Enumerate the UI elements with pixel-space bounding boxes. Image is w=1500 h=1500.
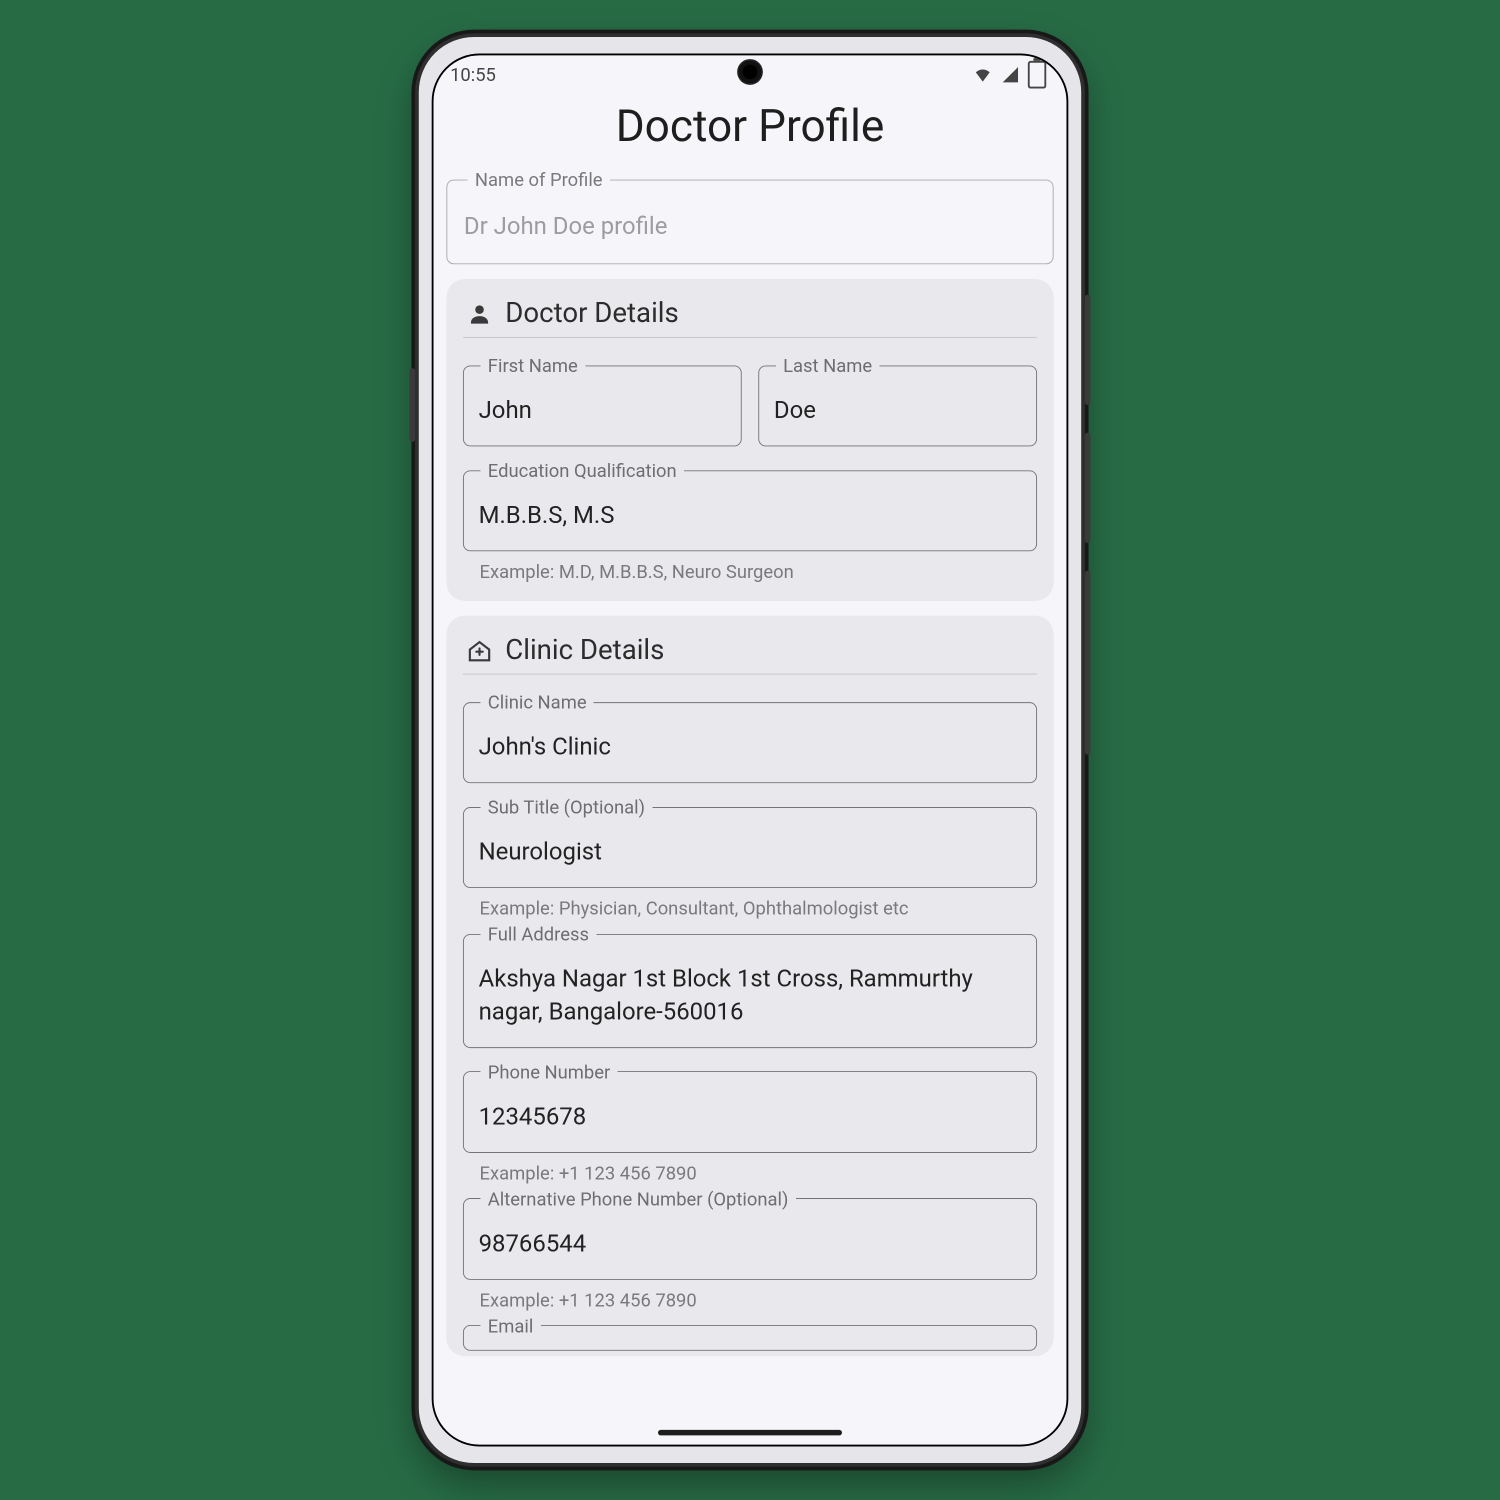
phone-label: Phone Number: [480, 1061, 617, 1083]
clinic-icon: [467, 638, 493, 664]
qualification-value: M.B.B.S, M.S: [479, 500, 1022, 532]
address-field[interactable]: Full Address Akshya Nagar 1st Block 1st …: [463, 923, 1037, 1047]
qualification-hint: Example: M.D, M.B.B.S, Neuro Surgeon: [480, 561, 1034, 583]
clinic-name-label: Clinic Name: [480, 691, 594, 713]
volume-up-button: [1085, 295, 1091, 405]
sub-title-field[interactable]: Sub Title (Optional) Neurologist: [463, 796, 1037, 888]
status-time: 10:55: [450, 64, 496, 86]
cellular-icon: [1000, 66, 1020, 84]
sub-title-value: Neurologist: [479, 837, 1022, 869]
phone-value: 12345678: [479, 1101, 1022, 1133]
divider: [463, 674, 1037, 675]
first-name-value: John: [479, 395, 726, 427]
address-value: Akshya Nagar 1st Block 1st Cross, Rammur…: [479, 964, 1022, 1029]
email-label: Email: [480, 1315, 540, 1337]
side-key: [410, 368, 416, 442]
address-label: Full Address: [480, 923, 596, 945]
alt-phone-field[interactable]: Alternative Phone Number (Optional) 9876…: [463, 1188, 1037, 1280]
gesture-bar[interactable]: [658, 1430, 842, 1436]
alt-phone-hint: Example: +1 123 456 7890: [480, 1289, 1034, 1311]
first-name-label: First Name: [480, 354, 585, 376]
qualification-field[interactable]: Education Qualification M.B.B.S, M.S: [463, 459, 1037, 551]
alt-phone-label: Alternative Phone Number (Optional): [480, 1188, 795, 1210]
first-name-field[interactable]: First Name John: [463, 354, 742, 446]
qualification-label: Education Qualification: [480, 459, 684, 481]
page-title: Doctor Profile: [434, 94, 1067, 169]
person-icon: [467, 301, 493, 327]
phone-frame: 10:55 Doctor Profile Name of Profile Dr …: [415, 33, 1085, 1466]
doctor-details-card: Doctor Details First Name John Last Name…: [446, 279, 1053, 601]
phone-field[interactable]: Phone Number 12345678: [463, 1061, 1037, 1153]
profile-name-value: Dr John Doe profile: [464, 211, 1036, 243]
last-name-value: Doe: [774, 395, 1021, 427]
phone-hint: Example: +1 123 456 7890: [480, 1162, 1034, 1184]
battery-icon: [1028, 61, 1046, 89]
email-field[interactable]: Email: [463, 1315, 1037, 1351]
doctor-details-title: Doctor Details: [505, 297, 678, 329]
alt-phone-value: 98766544: [479, 1228, 1022, 1260]
power-button: [1085, 571, 1091, 755]
last-name-label: Last Name: [776, 354, 880, 376]
clinic-details-card: Clinic Details Clinic Name John's Clinic…: [446, 616, 1053, 1356]
clinic-name-field[interactable]: Clinic Name John's Clinic: [463, 691, 1037, 783]
clinic-details-title: Clinic Details: [505, 634, 664, 666]
wifi-icon: [973, 66, 993, 84]
profile-name-field[interactable]: Name of Profile Dr John Doe profile: [446, 169, 1053, 265]
divider: [463, 337, 1037, 338]
status-icons: [973, 61, 1047, 89]
sub-title-label: Sub Title (Optional): [480, 796, 652, 818]
clinic-name-value: John's Clinic: [479, 732, 1022, 764]
volume-down-button: [1085, 433, 1091, 543]
front-camera: [739, 61, 761, 83]
profile-name-label: Name of Profile: [468, 169, 610, 191]
sub-title-hint: Example: Physician, Consultant, Ophthalm…: [480, 898, 1034, 920]
phone-screen: 10:55 Doctor Profile Name of Profile Dr …: [432, 54, 1069, 1447]
last-name-field[interactable]: Last Name Doe: [758, 354, 1037, 446]
